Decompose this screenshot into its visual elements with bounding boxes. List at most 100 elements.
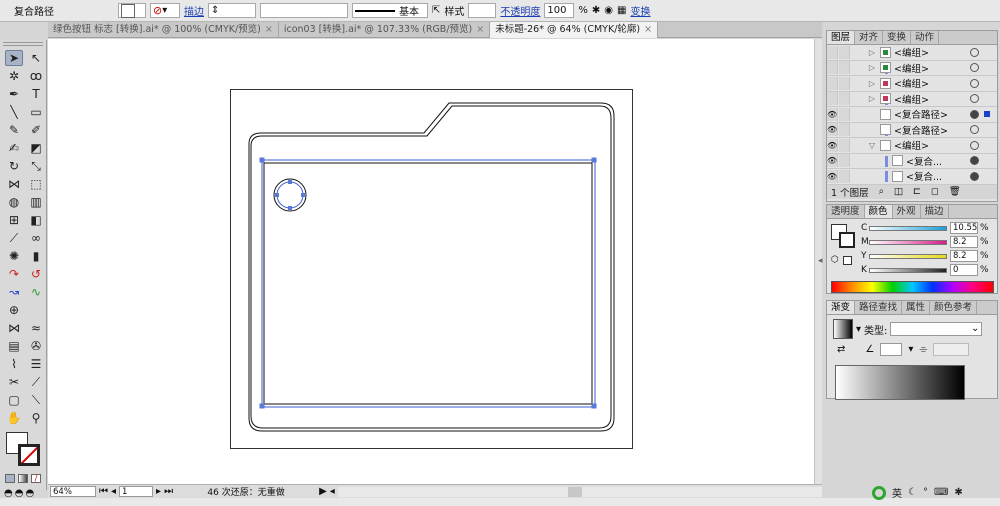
layer-row-selected[interactable]: 👁 <复合路径> [827, 107, 997, 123]
layer-name[interactable]: <编组> [894, 61, 929, 75]
stroke-box[interactable] [839, 232, 855, 248]
selection-indicator[interactable] [984, 111, 990, 118]
tab-transparency[interactable]: 透明度 [827, 205, 865, 218]
layer-row[interactable]: ▷ <编组> [827, 45, 997, 61]
target-icon[interactable] [970, 171, 979, 181]
layer-name[interactable]: <编组> [894, 138, 929, 152]
anchor-point[interactable] [301, 193, 305, 197]
angle-dropdown-icon[interactable]: ▾ [908, 344, 913, 355]
next-artboard-icon[interactable]: ▸ [156, 486, 161, 497]
anchor-point[interactable] [275, 193, 279, 197]
lock-slot[interactable] [839, 138, 850, 152]
gradient-type-dropdown[interactable]: ⌄ [890, 322, 983, 336]
tab-actions[interactable]: 动作 [911, 31, 940, 44]
anchor-point[interactable] [259, 403, 265, 409]
collapse-icon[interactable]: ▽ [867, 141, 877, 150]
punctuation-icon[interactable]: ° [923, 487, 928, 498]
lock-slot[interactable] [839, 61, 850, 75]
lock-slot[interactable] [839, 123, 850, 137]
layer-row[interactable]: 👁 <复合路径> [827, 123, 997, 138]
anchor-points[interactable] [259, 157, 597, 409]
aspect-ratio-input[interactable] [933, 343, 970, 356]
eye-icon[interactable]: 👁 [827, 107, 838, 121]
anchor-point[interactable] [259, 157, 265, 163]
first-artboard-icon[interactable]: ⏮ [99, 486, 108, 497]
tab-transform[interactable]: 变换 [883, 31, 912, 44]
eye-icon[interactable]: 👁 [827, 154, 838, 168]
new-layer-icon[interactable]: ◻ [931, 186, 939, 197]
locate-object-icon[interactable]: ⌕ [879, 186, 884, 197]
tab-stroke[interactable]: 描边 [921, 205, 949, 218]
expand-icon[interactable]: ▷ [867, 48, 877, 57]
target-icon[interactable] [970, 78, 979, 88]
gradient-preview-swatch[interactable] [833, 319, 853, 339]
black-slider-row[interactable]: K 0% [861, 263, 989, 277]
tab-color-guide[interactable]: 颜色参考 [930, 301, 978, 314]
folder-outline-inner[interactable] [250, 105, 612, 429]
tab-align[interactable]: 对齐 [855, 31, 884, 44]
lock-slot[interactable] [839, 45, 850, 59]
target-icon[interactable] [970, 109, 979, 119]
layer-row[interactable]: 👁 <复合... [827, 154, 997, 169]
folder-circle-inner[interactable] [276, 181, 304, 209]
expand-icon[interactable]: ▷ [867, 94, 877, 103]
eye-icon[interactable]: 👁 [827, 123, 838, 137]
layer-row[interactable]: ▷ <编组> [827, 61, 997, 76]
cyan-slider-row[interactable]: C 10.55% [861, 221, 989, 235]
tab-pathfinder[interactable]: 路径查找 [855, 301, 903, 314]
anchor-point[interactable] [288, 180, 292, 184]
target-icon[interactable] [970, 125, 979, 135]
skin-icon[interactable]: ✱ [954, 487, 962, 498]
cube-icon[interactable]: ⬡ [831, 255, 839, 265]
eye-slot[interactable] [827, 76, 838, 90]
anchor-point[interactable] [591, 157, 597, 163]
layer-name[interactable]: <复合路径> [894, 123, 948, 137]
layer-name[interactable]: <复合路径> [894, 107, 948, 121]
target-icon[interactable] [970, 94, 979, 104]
artboard-number-input[interactable]: 1 [119, 486, 154, 497]
lock-slot[interactable] [839, 169, 850, 183]
ime-indicator[interactable]: 英 [892, 485, 902, 500]
lock-slot[interactable] [839, 92, 850, 106]
folder-front-outline[interactable] [263, 162, 593, 405]
folder-outline-outer[interactable] [248, 102, 615, 432]
layer-row[interactable]: 👁 ▽ <编组> [827, 138, 997, 154]
anchor-point[interactable] [591, 403, 597, 409]
eye-slot[interactable] [827, 45, 838, 59]
new-sublayer-icon[interactable]: ⊏ [913, 186, 921, 197]
status-menu-icon[interactable]: ▶ [319, 486, 327, 497]
tab-appearance[interactable]: 外观 [893, 205, 921, 218]
layer-row[interactable]: ▷ <编组> [827, 76, 997, 92]
lock-slot[interactable] [839, 107, 850, 121]
anchor-point[interactable] [288, 206, 292, 210]
delete-icon[interactable]: 🗑 [949, 186, 961, 197]
gradient-preview-arrow-icon[interactable]: ▾ [856, 324, 861, 335]
yellow-slider-row[interactable]: Y 8.2% [861, 249, 989, 263]
reverse-gradient-icon[interactable]: ⇄ [837, 344, 845, 355]
circle-anchor-points[interactable] [275, 180, 305, 210]
yellow-input[interactable]: 8.2 [950, 250, 978, 262]
color-spectrum-bar[interactable] [831, 281, 994, 293]
eye-icon[interactable]: 👁 [827, 169, 838, 183]
prev-artboard-icon[interactable]: ◂ [111, 486, 116, 497]
tab-layers[interactable]: 图层 [827, 31, 856, 44]
layer-name[interactable]: <编组> [894, 92, 929, 106]
cyan-input[interactable]: 10.55 [950, 222, 978, 234]
target-icon[interactable] [970, 140, 979, 150]
magenta-input[interactable]: 8.2 [950, 236, 978, 248]
make-clip-mask-icon[interactable]: ◫ [894, 186, 903, 197]
magenta-slider-row[interactable]: M 8.2% [861, 235, 989, 249]
last-artboard-icon[interactable]: ⏭ [164, 486, 173, 497]
expand-icon[interactable]: ▷ [867, 79, 877, 88]
keyboard-icon[interactable]: ⌨ [934, 487, 948, 498]
layer-name[interactable]: <复合... [906, 154, 942, 168]
scroll-left-icon[interactable]: ◂ [330, 486, 335, 497]
target-icon[interactable] [970, 63, 979, 73]
eye-slot[interactable] [827, 61, 838, 75]
yellow-track[interactable] [869, 253, 947, 259]
lock-slot[interactable] [839, 76, 850, 90]
layer-name[interactable]: <编组> [894, 45, 929, 59]
black-track[interactable] [869, 267, 947, 273]
target-icon[interactable] [970, 47, 979, 57]
cyan-track[interactable] [869, 225, 947, 231]
